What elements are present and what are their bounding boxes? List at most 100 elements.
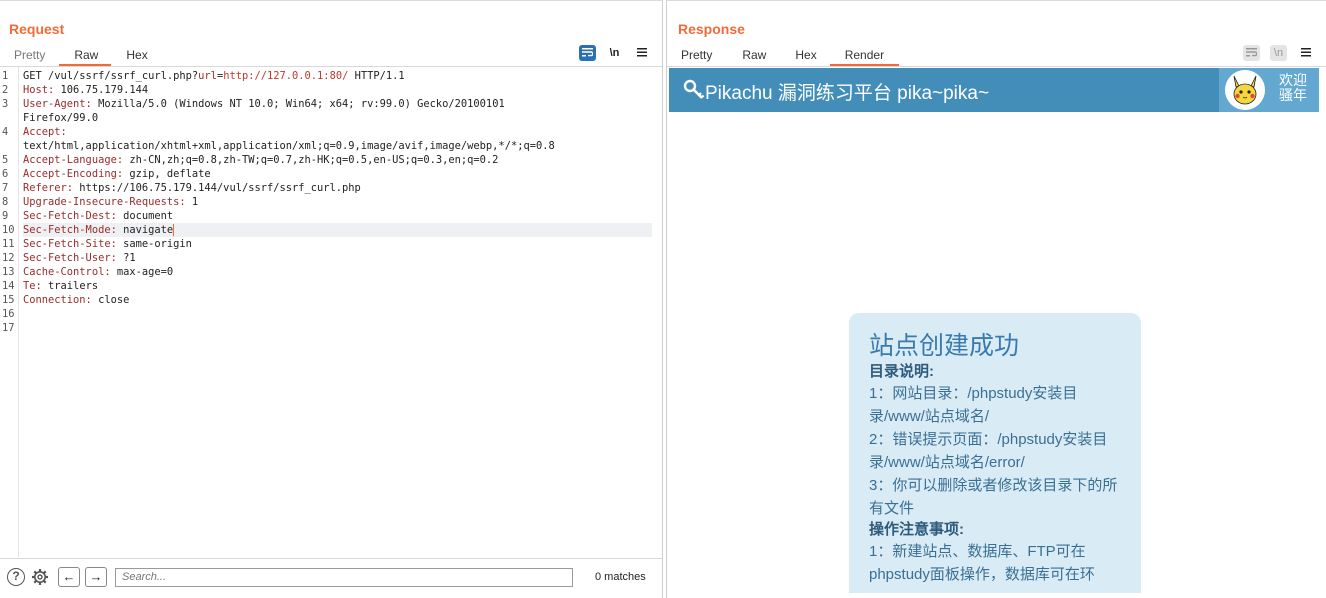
code-line[interactable]: Connection: close <box>23 293 652 307</box>
code-line[interactable]: Accept-Encoding: gzip, deflate <box>23 167 652 181</box>
site-title[interactable]: Pikachu 漏洞练习平台 pika~pika~ <box>705 78 989 105</box>
header-name: Sec-Fetch-User: <box>23 252 117 264</box>
code-text: HTTP/1.1 <box>348 70 405 82</box>
code-line[interactable]: Cache-Control: max-age=0 <box>23 265 652 279</box>
header-name: Sec-Fetch-Site: <box>23 238 117 250</box>
code-line[interactable] <box>23 307 652 321</box>
header-name: Connection: <box>23 294 92 306</box>
card-heading-notes: 操作注意事项: <box>869 521 964 538</box>
app-root: Request Pretty Raw Hex \n 1 2 3 4 5 6 7 8 9 10 11 1… <box>0 0 1326 598</box>
menu-icon[interactable] <box>633 45 650 61</box>
site-header: Pikachu 漏洞练习平台 pika~pika~ 欢迎 骚年 <box>669 68 1319 112</box>
code-line[interactable]: Accept: <box>23 125 652 139</box>
response-tab-hex[interactable]: Hex <box>782 45 829 66</box>
next-match-button[interactable]: → <box>85 567 107 587</box>
code-text: https://106.75.179.144/vul/ssrf/ssrf_cur… <box>73 182 361 194</box>
code-line[interactable]: Upgrade-Insecure-Requests: 1 <box>23 195 652 209</box>
line-number: 12 <box>2 252 15 264</box>
line-number: 2 <box>2 84 9 96</box>
header-name: Upgrade-Insecure-Requests: <box>23 196 186 208</box>
response-tools: \n <box>1243 45 1314 61</box>
code-line[interactable] <box>23 321 652 335</box>
line-number: 10 <box>2 224 15 236</box>
line-number: 4 <box>2 126 9 138</box>
code-text: GET /vul/ssrf/ssrf_curl.php? <box>23 70 199 82</box>
code-text: same-origin <box>116 238 192 250</box>
code-line[interactable]: Accept-Language: zh-CN,zh;q=0.8,zh-TW;q=… <box>23 153 652 167</box>
code-text: trailers <box>41 280 99 292</box>
code-line[interactable]: Firefox/99.0 <box>23 111 652 125</box>
header-name: Referer: <box>23 182 74 194</box>
code-text: Firefox/99.0 <box>23 112 99 124</box>
request-panel: Request Pretty Raw Hex \n 1 2 3 4 5 6 7 8 9 10 11 1… <box>0 0 663 598</box>
code-line[interactable]: GET /vul/ssrf/ssrf_curl.php?url=http://1… <box>23 69 652 83</box>
code-line[interactable]: Host: 106.75.179.144 <box>23 83 652 97</box>
code-line[interactable]: Te: trailers <box>23 279 652 293</box>
prev-match-button[interactable]: ← <box>58 567 80 587</box>
help-icon[interactable]: ? <box>6 567 26 587</box>
code-line[interactable]: text/html,application/xhtml+xml,applicat… <box>23 139 652 153</box>
card-text: 1：新建站点、数据库、FTP可在phpstudy面板操作，数据库可在环 <box>869 543 1095 583</box>
header-name: Cache-Control: <box>23 266 111 278</box>
line-number: 3 <box>2 98 9 110</box>
code-text: navigate <box>116 224 174 236</box>
request-tab-raw[interactable]: Raw <box>59 45 112 66</box>
header-name: url <box>198 70 217 82</box>
line-number: 17 <box>2 322 15 334</box>
code-line[interactable]: User-Agent: Mozilla/5.0 (Windows NT 10.0… <box>23 97 652 111</box>
code-line[interactable]: Sec-Fetch-User: ?1 <box>23 251 652 265</box>
line-number: 9 <box>2 210 9 222</box>
response-tab-pretty[interactable]: Pretty <box>667 45 726 66</box>
user-menu[interactable]: 欢迎 骚年 <box>1219 68 1319 112</box>
card-title: 站点创建成功 <box>869 332 1020 360</box>
line-number: 11 <box>2 238 15 250</box>
request-tab-hex[interactable]: Hex <box>111 45 162 66</box>
response-panel: Response Pretty Raw Hex Render \n Pikach… <box>666 0 1326 598</box>
line-number: 16 <box>2 308 15 320</box>
search-bar: ? ← → 0 matches <box>0 558 662 595</box>
code-text: close <box>91 294 130 306</box>
header-name: Sec-Fetch-Dest: <box>23 210 117 222</box>
request-title: Request <box>9 21 65 37</box>
code-line[interactable]: Sec-Fetch-Dest: document <box>23 209 652 223</box>
response-tab-render[interactable]: Render <box>829 45 900 66</box>
code-text: Mozilla/5.0 (Windows NT 10.0; Win64; x64… <box>91 98 505 110</box>
code-text: ?1 <box>116 252 136 264</box>
header-name: Accept: <box>23 126 67 138</box>
card-text: 2：错误提示页面：/phpstudy安装目录/www/站点域名/error/ <box>869 431 1108 471</box>
line-number-gutter: 1 2 3 4 5 6 7 8 9 10 11 12 13 14 15 16 17 <box>0 67 19 557</box>
request-tabs: Pretty Raw Hex <box>0 45 163 66</box>
url-value: http://127.0.0.1:80/ <box>223 70 349 82</box>
request-code[interactable]: GET /vul/ssrf/ssrf_curl.php?url=http://1… <box>23 69 652 335</box>
newline-icon[interactable]: \n <box>1270 45 1287 61</box>
rendered-page[interactable]: Pikachu 漏洞练习平台 pika~pika~ 欢迎 骚年 站点创建成功 目… <box>669 68 1321 593</box>
line-number: 6 <box>2 168 9 180</box>
match-count: 0 matches <box>595 571 646 583</box>
avatar <box>1225 70 1265 110</box>
card-heading-directory: 目录说明: <box>869 363 934 380</box>
code-text: zh-CN,zh;q=0.8,zh-TW;q=0.7,zh-HK;q=0.5,e… <box>123 154 499 166</box>
gear-icon[interactable] <box>30 567 50 587</box>
response-title: Response <box>678 21 745 37</box>
code-line[interactable]: Referer: https://106.75.179.144/vul/ssrf… <box>23 181 652 195</box>
header-name: Sec-Fetch-Mode: <box>23 224 117 236</box>
request-editor[interactable]: 1 2 3 4 5 6 7 8 9 10 11 12 13 14 15 16 17 GET /vul/ssrf/… <box>0 67 662 557</box>
wrap-icon[interactable] <box>579 45 596 61</box>
header-name: Accept-Language: <box>23 154 124 166</box>
code-line[interactable]: Sec-Fetch-Mode: navigate <box>23 223 652 237</box>
code-text: text/html,application/xhtml+xml,applicat… <box>23 140 555 152</box>
line-number: 7 <box>2 182 9 194</box>
request-tab-pretty[interactable]: Pretty <box>0 45 59 66</box>
line-number: 13 <box>2 266 15 278</box>
line-number: 14 <box>2 280 15 292</box>
key-icon <box>683 79 705 99</box>
code-text: max-age=0 <box>110 266 174 278</box>
header-name: Host: <box>23 84 55 96</box>
code-line[interactable]: Sec-Fetch-Site: same-origin <box>23 237 652 251</box>
wrap-icon[interactable] <box>1243 45 1260 61</box>
menu-icon[interactable] <box>1297 45 1314 61</box>
search-input[interactable] <box>115 567 573 587</box>
response-tab-raw[interactable]: Raw <box>726 45 782 66</box>
newline-icon[interactable]: \n <box>606 45 623 61</box>
welcome-text: 欢迎 骚年 <box>1279 72 1307 103</box>
